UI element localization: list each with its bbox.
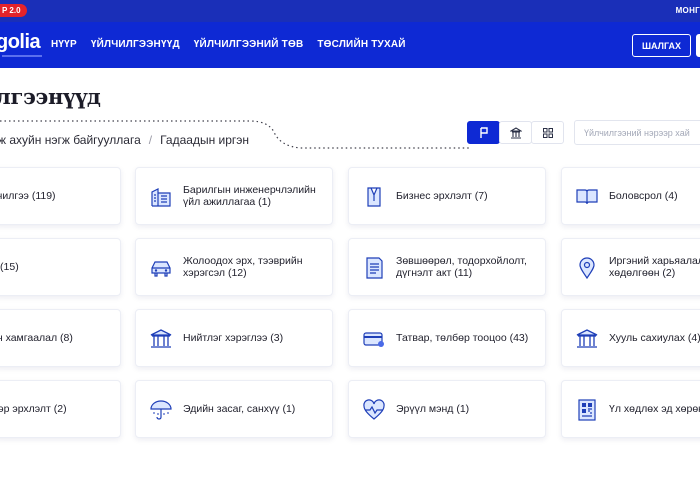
breadcrumb-category[interactable]: ж ахуйн нэгж байгууллага [0, 133, 141, 147]
service-card-label: лчилгээ (119) [0, 190, 56, 202]
service-card-label: йн хамгаалал (8) [0, 332, 73, 344]
main-nav: НҮҮР ҮЙЛЧИЛГЭЭНҮҮД ҮЙЛЧИЛГЭЭНИЙ ТӨВ ТӨСЛ… [51, 39, 406, 50]
location-pin-icon [579, 257, 595, 280]
nav-service-center[interactable]: ҮЙЛЧИЛГЭЭНИЙ ТӨВ [194, 39, 304, 50]
language-switch[interactable]: МОНГ [676, 6, 700, 15]
view-filter-button[interactable] [467, 121, 500, 144]
umbrella-icon [150, 400, 172, 420]
service-card-education[interactable]: Боловсрол (4) [561, 167, 700, 225]
suit-icon [367, 187, 381, 207]
site-logo[interactable]: golia [0, 31, 41, 54]
qr-document-icon [578, 399, 596, 421]
service-card-public-use[interactable]: Нийтлэг хэрэглээ (3) [135, 309, 333, 367]
service-card[interactable]: йн хамгаалал (8) [0, 309, 121, 367]
grid-icon [542, 127, 553, 138]
check-button[interactable]: ШАЛГАХ [632, 34, 691, 57]
version-badge: P 2.0 [0, 4, 27, 17]
service-card-label: Татвар, төлбөр тооцоо (43) [396, 332, 529, 344]
nav-services[interactable]: ҮЙЛЧИЛГЭЭНҮҮД [91, 39, 180, 50]
service-card[interactable]: л (15) [0, 238, 121, 296]
service-search-input[interactable] [574, 120, 700, 145]
view-organization-button[interactable] [499, 121, 532, 144]
service-card-label: Хууль сахиулах (4) [609, 332, 700, 344]
service-card-law[interactable]: Хууль сахиулах (4) [561, 309, 700, 367]
service-card-label: Нийтлэг хэрэглээ (3) [183, 332, 284, 344]
service-card-label: Зөвшөөрөл, тодорхойлолт, дүгнэлт акт (11… [396, 255, 527, 279]
heart-pulse-icon [363, 399, 385, 420]
filter-icon [479, 126, 488, 138]
view-grid-button[interactable] [531, 121, 564, 144]
law-building-icon [576, 329, 598, 348]
service-card-label: Үл хөдлөх эд хөрөн [609, 403, 700, 415]
book-icon [576, 189, 598, 205]
bank-icon [509, 126, 522, 139]
nav-about[interactable]: ТӨСЛИЙН ТУХАЙ [317, 39, 405, 50]
service-card-label: Эдийн засаг, санхүү (1) [183, 403, 296, 415]
service-card[interactable]: лчилгээ (119) [0, 167, 121, 225]
service-card-citizenship[interactable]: Иргэний харьяалал хөдөлгөөн (2) [561, 238, 700, 296]
service-card-real-estate[interactable]: Үл хөдлөх эд хөрөн [561, 380, 700, 438]
service-card-label: мэр эрхлэлт (2) [0, 403, 67, 415]
credit-card-icon [363, 332, 384, 347]
service-card-construction[interactable]: Барилгын инженерчлэлийн үйл ажиллагаа (1… [135, 167, 333, 225]
breadcrumb: ж ахуйн нэгж байгууллага / Гадаадын иргэ… [0, 133, 249, 147]
breadcrumb-current[interactable]: Гадаадын иргэн [160, 133, 249, 147]
logo-tagline-mark [2, 55, 42, 57]
service-card-driving[interactable]: Жолоодох эрх, тээврийн хэрэгсэл (12) [135, 238, 333, 296]
page-title: лгээнүүд [0, 84, 101, 109]
service-card-business[interactable]: Бизнес эрхлэлт (7) [348, 167, 546, 225]
service-card-tax[interactable]: Татвар, төлбөр тооцоо (43) [348, 309, 546, 367]
public-building-icon [150, 329, 172, 348]
nav-home[interactable]: НҮҮР [51, 39, 77, 50]
service-card-health[interactable]: Эрүүл мэнд (1) [348, 380, 546, 438]
service-card-label: л (15) [0, 261, 19, 273]
service-card-label: Барилгын инженерчлэлийн үйл ажиллагаа (1… [183, 184, 316, 208]
service-card-label: Бизнес эрхлэлт (7) [396, 190, 488, 202]
login-button[interactable] [696, 34, 700, 57]
service-card-economy[interactable]: Эдийн засаг, санхүү (1) [135, 380, 333, 438]
service-card[interactable]: мэр эрхлэлт (2) [0, 380, 121, 438]
service-card-permits[interactable]: Зөвшөөрөл, тодорхойлолт, дүгнэлт акт (11… [348, 238, 546, 296]
service-card-label: Иргэний харьяалал хөдөлгөөн (2) [609, 255, 700, 279]
top-bar: P 2.0 МОНГ [0, 0, 700, 22]
service-card-label: Боловсрол (4) [609, 190, 678, 202]
document-icon [366, 257, 383, 279]
building-icon [151, 188, 171, 207]
main-navbar: golia НҮҮР ҮЙЛЧИЛГЭЭНҮҮД ҮЙЛЧИЛГЭЭНИЙ ТӨ… [0, 22, 700, 68]
car-icon [151, 261, 171, 277]
breadcrumb-separator: / [148, 133, 153, 147]
service-card-label: Эрүүл мэнд (1) [396, 403, 470, 415]
service-card-label: Жолоодох эрх, тээврийн хэрэгсэл (12) [183, 255, 303, 279]
